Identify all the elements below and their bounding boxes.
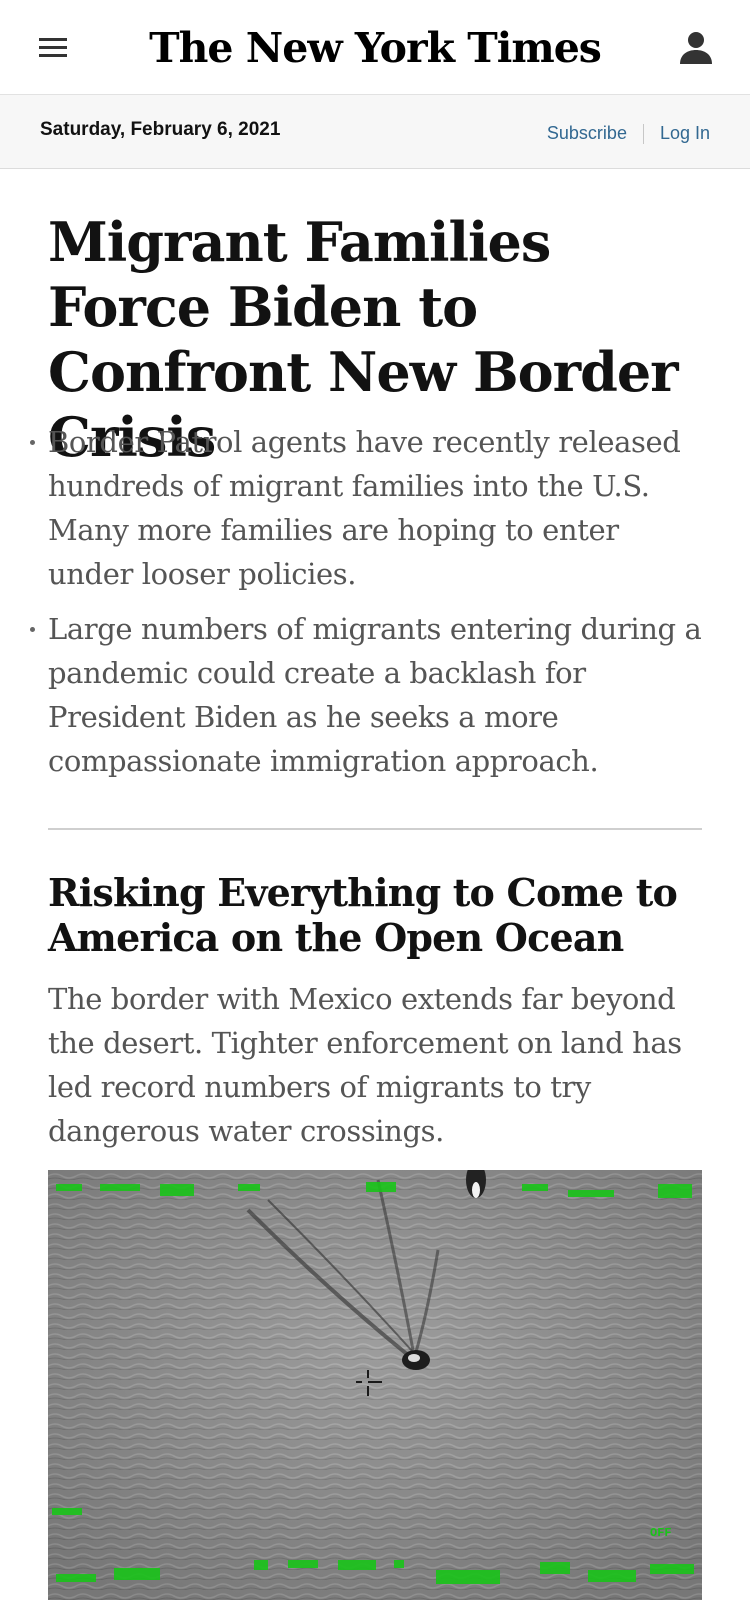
summary-text: Large numbers of migrants entering durin… bbox=[48, 612, 702, 778]
user-account-icon[interactable] bbox=[676, 28, 716, 68]
hamburger-menu-icon[interactable] bbox=[36, 34, 70, 62]
lead-summary-list: Border Patrol agents have recently relea… bbox=[30, 420, 708, 794]
boat-icon bbox=[402, 1350, 430, 1370]
summary-bullet: Large numbers of migrants entering durin… bbox=[30, 607, 708, 783]
summary-bullet: Border Patrol agents have recently relea… bbox=[30, 420, 708, 596]
bullet-dot-icon bbox=[30, 440, 35, 445]
current-date: Saturday, February 6, 2021 bbox=[40, 119, 281, 140]
story-photo[interactable]: OFF bbox=[48, 1170, 702, 1600]
bullet-dot-icon bbox=[30, 627, 35, 632]
hud-off-label: OFF bbox=[650, 1526, 672, 1540]
nyt-logo[interactable]: The New York Times bbox=[149, 18, 602, 78]
link-separator bbox=[642, 123, 644, 144]
masthead: The New York Times bbox=[0, 0, 750, 95]
date-bar: Saturday, February 6, 2021 Subscribe Log… bbox=[0, 95, 750, 169]
subscribe-link[interactable]: Subscribe bbox=[547, 123, 627, 144]
second-story-headline[interactable]: Risking Everything to Come to America on… bbox=[48, 870, 708, 960]
section-divider bbox=[48, 828, 702, 830]
aerial-ocean-image: OFF bbox=[48, 1170, 702, 1600]
second-story-summary: The border with Mexico extends far beyon… bbox=[48, 982, 682, 1148]
login-link[interactable]: Log In bbox=[660, 123, 710, 144]
account-links: Subscribe Log In bbox=[547, 123, 710, 144]
summary-text: Border Patrol agents have recently relea… bbox=[48, 425, 681, 591]
